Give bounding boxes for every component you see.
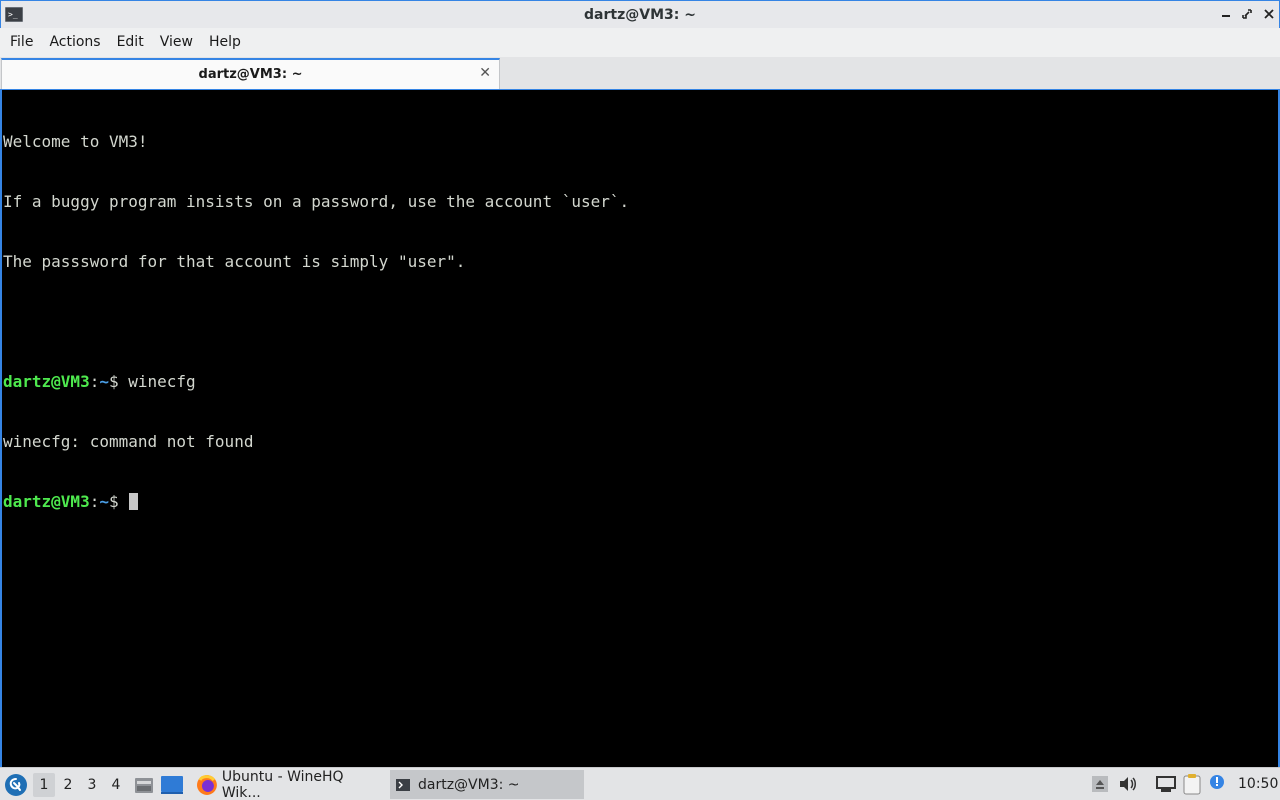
welcome-line: The passsword for that account is simply… [3,252,466,271]
workspace-2[interactable]: 2 [57,773,79,797]
menubar: File Actions Edit View Help [0,28,1280,57]
menu-help[interactable]: Help [201,28,249,57]
clipboard-icon[interactable] [1182,773,1202,799]
lxqt-logo-icon [9,778,21,791]
workspace-4[interactable]: 4 [105,773,127,797]
minimize-button[interactable] [1218,6,1234,22]
file-manager-icon[interactable] [134,775,154,799]
prompt-symbol: $ [108,372,129,391]
eject-icon[interactable] [1091,775,1109,797]
menu-file[interactable]: File [2,28,41,57]
close-window-button[interactable] [1261,6,1277,22]
command-line: dartz@VM3:~$ winecfg [3,372,1278,392]
taskbar: 1 2 3 4 Ubuntu - WineHQ Wik... dartz@VM3… [0,767,1280,800]
task-firefox[interactable]: Ubuntu - WineHQ Wik... [190,768,386,800]
prompt-user: dartz@VM3 [3,492,90,511]
firefox-icon [196,774,217,795]
workspace-1[interactable]: 1 [33,773,55,797]
command-output: winecfg: command not found [3,432,254,451]
prompt-path: ~ [99,372,109,391]
task-terminal[interactable]: dartz@VM3: ~ [390,770,584,799]
prompt-colon: : [89,492,100,511]
close-icon [1264,9,1274,19]
welcome-line: If a buggy program insists on a password… [3,192,630,211]
desktop-icon[interactable] [161,776,183,798]
task-label: dartz@VM3: ~ [418,776,520,793]
menu-actions[interactable]: Actions [41,28,108,57]
update-notifier-icon[interactable] [1208,773,1226,795]
maximize-button[interactable] [1239,6,1255,22]
tab-close-icon[interactable]: ✕ [479,65,491,81]
menu-edit[interactable]: Edit [109,28,152,57]
window-titlebar[interactable]: >_ dartz@VM3: ~ [0,0,1280,28]
prompt-symbol: $ [108,492,129,511]
prompt-path: ~ [99,492,109,511]
start-menu-button[interactable] [5,774,27,796]
command-text: winecfg [128,372,196,391]
terminal-output[interactable]: Welcome to VM3! If a buggy program insis… [0,90,1280,767]
tab-terminal[interactable]: dartz@VM3: ~ ✕ [1,58,500,89]
menu-view[interactable]: View [152,28,201,57]
current-prompt-line[interactable]: dartz@VM3:~$ [3,492,1278,512]
prompt-user: dartz@VM3 [3,372,90,391]
task-label: Ubuntu - WineHQ Wik... [221,768,344,800]
restore-icon [1242,9,1252,19]
volume-icon[interactable] [1118,775,1138,797]
text-cursor [129,493,139,510]
welcome-line: Welcome to VM3! [3,132,148,151]
workspace-3[interactable]: 3 [81,773,103,797]
window-title: dartz@VM3: ~ [584,6,696,23]
tab-label: dartz@VM3: ~ [198,67,303,82]
minimize-icon [1222,15,1230,17]
terminal-app-icon[interactable]: >_ [5,7,23,22]
network-icon[interactable] [1155,775,1177,797]
tab-bar: dartz@VM3: ~ ✕ [0,57,1280,90]
clock[interactable]: 10:50 [1238,768,1278,800]
terminal-icon [396,778,410,791]
prompt-colon: : [89,372,100,391]
